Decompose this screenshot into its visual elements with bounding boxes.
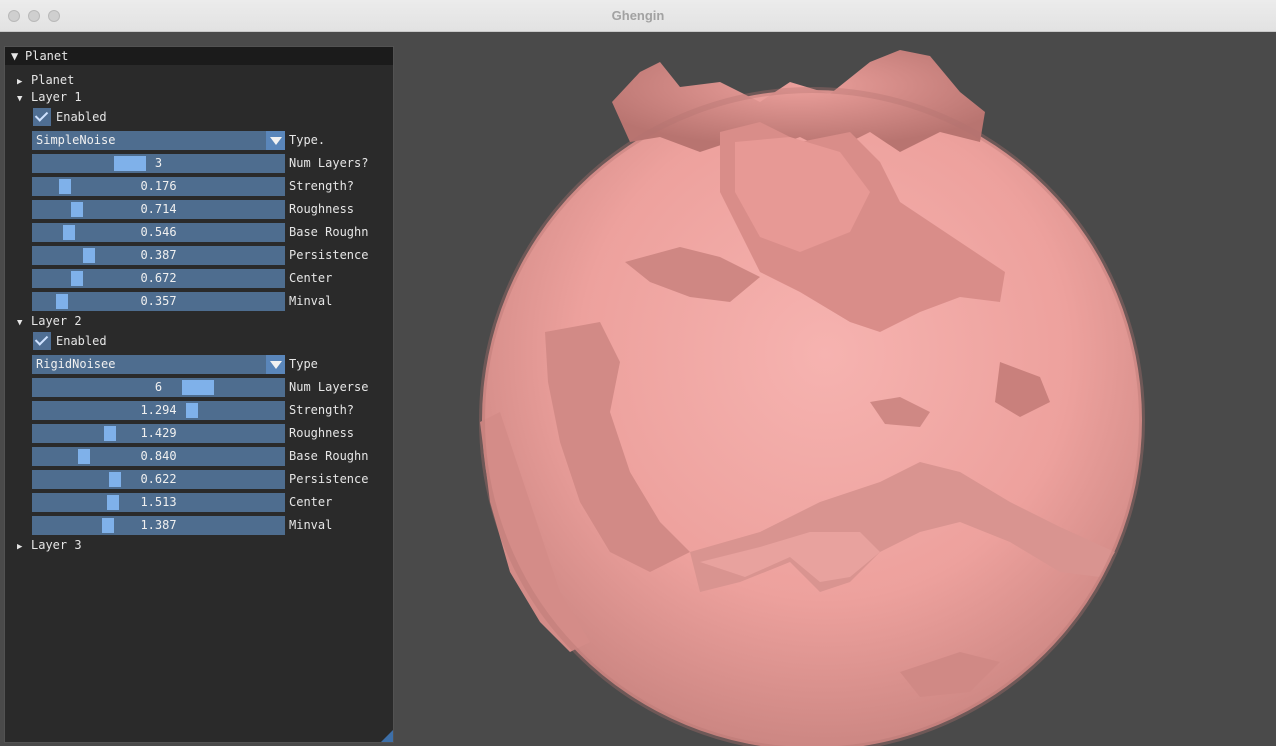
window-titlebar: Ghengin — [0, 0, 1276, 32]
combo-label: Type — [289, 357, 318, 371]
slider-value: 0.672 — [140, 271, 177, 285]
slider-label: Roughness — [289, 202, 355, 216]
slider-value: 0.622 — [140, 472, 177, 486]
combo-label: Type. — [289, 133, 326, 147]
tree-node-layer-1[interactable]: ▼ Layer 1 — [17, 89, 82, 105]
layer-2-slider[interactable]: 1.387 — [32, 516, 285, 535]
dropdown-arrow-icon[interactable] — [266, 131, 285, 150]
layer-1-slider[interactable]: 0.387 — [32, 246, 285, 265]
slider-label: Center — [289, 271, 333, 285]
tree-node-label: Planet — [31, 73, 75, 87]
layer-1-slider[interactable]: 3 — [32, 154, 285, 173]
slider-label: Minval — [289, 294, 333, 308]
expand-arrow-icon: ▶ — [17, 77, 23, 87]
slider-value: 1.294 — [140, 403, 177, 417]
layer-1-slider[interactable]: 0.357 — [32, 292, 285, 311]
tree-node-label: Layer 2 — [31, 314, 82, 328]
checkbox-label: Enabled — [56, 110, 107, 124]
slider-value: 0.176 — [140, 179, 177, 193]
tree-node-layer-3[interactable]: ▶ Layer 3 — [17, 537, 82, 553]
slider-label: Persistence — [289, 248, 369, 262]
panel-title-bar[interactable]: ▼ Planet — [5, 47, 393, 65]
layer-1-slider[interactable]: 0.672 — [32, 269, 285, 288]
slider-value: 0.546 — [140, 225, 177, 239]
slider-value: 1.513 — [140, 495, 177, 509]
layer-2-slider[interactable]: 1.294 — [32, 401, 285, 420]
layer-2-enabled-checkbox[interactable]: Enabled — [33, 332, 107, 350]
slider-value: 0.387 — [140, 248, 177, 262]
slider-value: 3 — [154, 156, 163, 170]
slider-value: 0.714 — [140, 202, 177, 216]
slider-value: 0.357 — [140, 294, 177, 308]
layer-2-slider[interactable]: 6 — [32, 378, 285, 397]
resize-grip[interactable] — [381, 730, 393, 742]
layer-2-slider[interactable]: 1.429 — [32, 424, 285, 443]
layer-1-slider[interactable]: 0.176 — [32, 177, 285, 196]
slider-label: Minval — [289, 518, 333, 532]
window-title: Ghengin — [611, 8, 665, 23]
slider-label: Roughness — [289, 426, 355, 440]
layer-1-slider[interactable]: 0.546 — [32, 223, 285, 242]
collapse-arrow-icon: ▼ — [17, 318, 23, 328]
combo-value: RigidNoisee — [36, 357, 116, 371]
tree-node-label: Layer 1 — [31, 90, 82, 104]
layer-1-slider[interactable]: 0.714 — [32, 200, 285, 219]
slider-label: Num Layers? — [289, 156, 369, 170]
panel-title: Planet — [25, 49, 69, 63]
dropdown-arrow-icon[interactable] — [266, 355, 285, 374]
slider-label: Strength? — [289, 403, 355, 417]
layer-2-type-combo[interactable]: RigidNoisee — [32, 355, 285, 374]
checkbox-label: Enabled — [56, 334, 107, 348]
collapse-arrow-icon: ▼ — [17, 94, 23, 104]
slider-value: 0.840 — [140, 449, 177, 463]
slider-label: Strength? — [289, 179, 355, 193]
slider-label: Persistence — [289, 472, 369, 486]
combo-value: SimpleNoise — [36, 133, 116, 147]
slider-label: Num Layerse — [289, 380, 369, 394]
checkmark-icon[interactable] — [33, 108, 51, 126]
slider-label: Base Roughn — [289, 449, 369, 463]
tree-node-planet[interactable]: ▶ Planet — [17, 72, 74, 88]
tree-node-label: Layer 3 — [31, 538, 82, 552]
expand-arrow-icon: ▶ — [17, 542, 23, 552]
layer-1-type-combo[interactable]: SimpleNoise — [32, 131, 285, 150]
planet-settings-panel[interactable]: ▼ Planet ▶ Planet ▼ Layer 1 Enabled SimpleN… — [4, 46, 394, 743]
slider-label: Center — [289, 495, 333, 509]
slider-value: 1.387 — [140, 518, 177, 532]
slider-value: 1.429 — [140, 426, 177, 440]
collapse-arrow-icon[interactable]: ▼ — [11, 47, 25, 65]
layer-1-enabled-checkbox[interactable]: Enabled — [33, 108, 107, 126]
slider-label: Base Roughn — [289, 225, 369, 239]
tree-node-layer-2[interactable]: ▼ Layer 2 — [17, 313, 82, 329]
layer-2-slider[interactable]: 0.840 — [32, 447, 285, 466]
layer-2-slider[interactable]: 1.513 — [32, 493, 285, 512]
checkmark-icon[interactable] — [33, 332, 51, 350]
slider-value: 6 — [154, 380, 163, 394]
layer-2-slider[interactable]: 0.622 — [32, 470, 285, 489]
planet-mesh — [479, 50, 1145, 746]
